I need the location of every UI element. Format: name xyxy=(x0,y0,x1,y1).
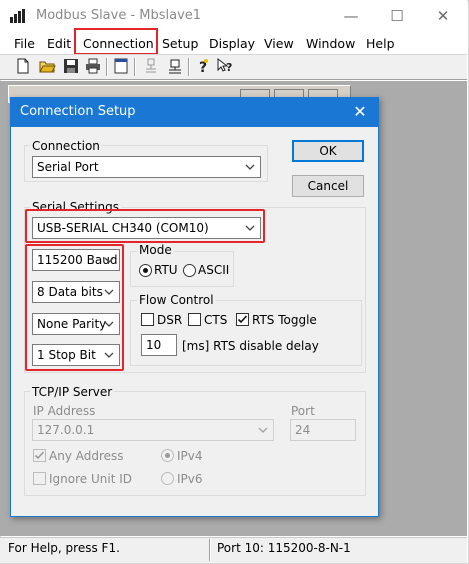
new-icon[interactable] xyxy=(14,57,34,77)
chevron-down-icon xyxy=(258,427,268,433)
close-icon: ✕ xyxy=(353,102,367,121)
minimize-button[interactable]: — xyxy=(328,0,374,32)
connection-type-select[interactable]: Serial Port xyxy=(32,156,261,178)
context-help-icon[interactable]: ? xyxy=(216,57,236,77)
maximize-icon: ☐ xyxy=(390,7,404,25)
cts-checkbox[interactable] xyxy=(188,313,201,326)
ipv4-radio[interactable] xyxy=(161,449,174,462)
disconnect-icon[interactable] xyxy=(166,57,186,77)
ascii-label: ASCII xyxy=(198,263,230,277)
cts-label: CTS xyxy=(204,313,228,327)
serial-port-highlight xyxy=(25,209,265,243)
print-icon[interactable] xyxy=(84,57,104,77)
ipv6-radio[interactable] xyxy=(161,472,174,485)
flow-control-label: Flow Control xyxy=(137,293,216,307)
checkmark-icon xyxy=(237,315,248,324)
rtu-label: RTU xyxy=(154,263,178,277)
toolbar-separator xyxy=(134,58,136,76)
flow-control-group xyxy=(130,300,362,366)
cancel-button[interactable]: Cancel xyxy=(292,175,364,197)
menu-display[interactable]: Display xyxy=(207,35,257,53)
maximize-button[interactable]: ☐ xyxy=(374,0,420,32)
rtu-radio[interactable] xyxy=(139,264,152,277)
menu-file[interactable]: File xyxy=(12,35,37,53)
port-value: 24 xyxy=(295,423,311,437)
close-button[interactable]: ✕ xyxy=(420,0,466,32)
chevron-down-icon xyxy=(245,164,255,170)
port-input[interactable]: 24 xyxy=(290,419,356,441)
dialog-close-button[interactable]: ✕ xyxy=(345,100,375,124)
rts-toggle-label: RTS Toggle xyxy=(252,313,317,327)
connect-icon[interactable] xyxy=(142,57,162,77)
window-icon[interactable] xyxy=(112,57,132,77)
status-help-text: For Help, press F1. xyxy=(8,541,120,555)
open-icon[interactable] xyxy=(38,57,58,77)
any-address-checkbox[interactable] xyxy=(33,449,46,462)
rts-delay-input[interactable]: 10 xyxy=(141,334,177,356)
toolbar-separator xyxy=(106,58,108,76)
menu-help[interactable]: Help xyxy=(364,35,397,53)
dialog-title: Connection Setup xyxy=(20,104,136,119)
menu-edit[interactable]: Edit xyxy=(45,35,73,53)
port-label: Port xyxy=(291,404,315,418)
menu-view[interactable]: View xyxy=(262,35,296,53)
help-icon[interactable]: ? xyxy=(194,57,214,77)
ignore-unit-id-checkbox[interactable] xyxy=(33,472,46,485)
dsr-label: DSR xyxy=(157,313,183,327)
toolbar-separator xyxy=(188,58,190,76)
rts-delay-label: [ms] RTS disable delay xyxy=(182,339,319,353)
menu-setup[interactable]: Setup xyxy=(160,35,200,53)
tcpip-server-label: TCP/IP Server xyxy=(30,385,115,399)
minimize-icon: — xyxy=(343,7,359,25)
status-port-info: Port 10: 115200-8-N-1 xyxy=(217,541,351,555)
any-address-label: Any Address xyxy=(49,449,124,463)
ipv6-label: IPv6 xyxy=(177,472,203,486)
status-divider xyxy=(209,539,211,561)
rts-toggle-checkbox[interactable] xyxy=(236,313,249,326)
close-icon: ✕ xyxy=(436,7,450,25)
serial-params-highlight xyxy=(25,244,124,371)
radio-selected-dot xyxy=(165,453,170,458)
menu-window[interactable]: Window xyxy=(304,35,357,53)
ip-address-value: 127.0.0.1 xyxy=(37,423,95,437)
ascii-radio[interactable] xyxy=(183,264,196,277)
save-icon[interactable] xyxy=(62,57,82,77)
ip-address-select[interactable]: 127.0.0.1 xyxy=(32,419,274,441)
app-icon xyxy=(10,9,26,23)
checkmark-icon xyxy=(34,451,45,460)
ipv4-label: IPv4 xyxy=(177,449,203,463)
ok-button[interactable]: OK xyxy=(292,140,364,162)
svg-text:?: ? xyxy=(226,61,232,74)
ignore-unit-id-label: Ignore Unit ID xyxy=(49,472,132,486)
mode-label: Mode xyxy=(137,243,174,257)
connection-type-value: Serial Port xyxy=(37,160,99,174)
connection-group-label: Connection xyxy=(30,139,102,153)
connection-menu-highlight xyxy=(74,28,158,55)
dsr-checkbox[interactable] xyxy=(141,313,154,326)
ip-address-label: IP Address xyxy=(33,404,96,418)
window-title: Modbus Slave - Mbslave1 xyxy=(36,8,202,23)
radio-selected-dot xyxy=(143,268,148,273)
rts-delay-value: 10 xyxy=(146,338,162,352)
